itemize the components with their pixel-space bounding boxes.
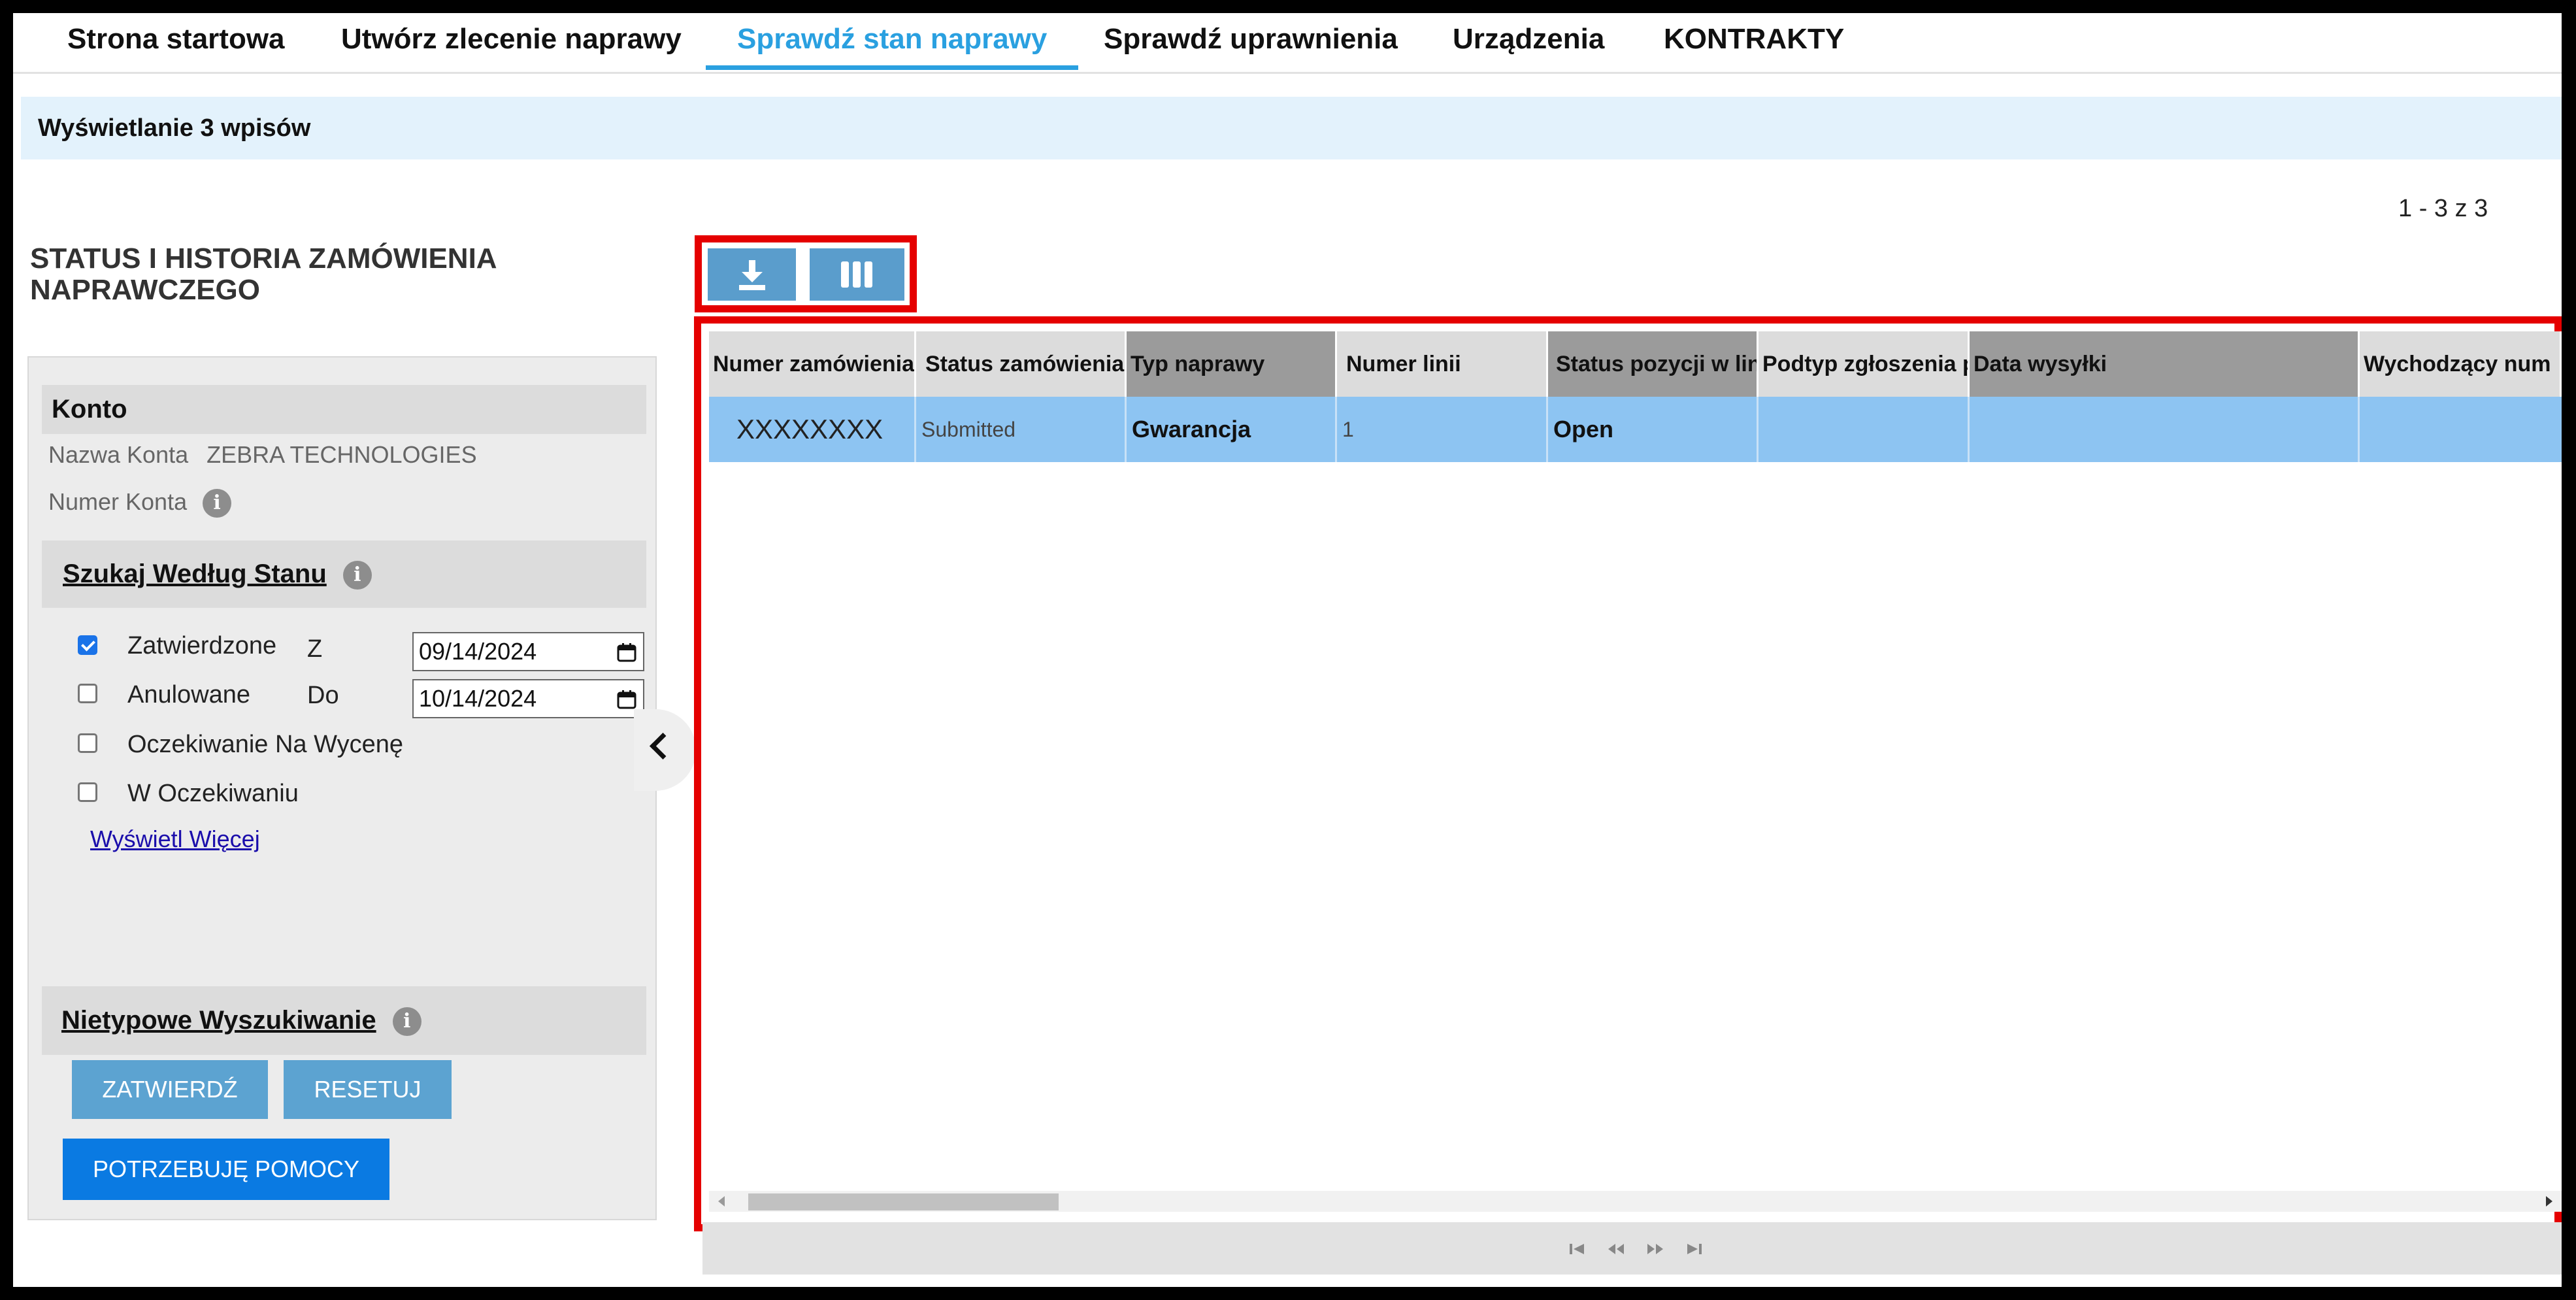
chevron-left-icon: [649, 732, 677, 760]
date-to-label: Do: [307, 682, 339, 709]
column-header[interactable]: Numer linii: [1337, 331, 1548, 397]
cell-ship-date: [1970, 397, 2360, 462]
date-to-value: 10/14/2024: [419, 685, 537, 712]
column-header[interactable]: Wychodzący num: [2360, 331, 2562, 397]
calendar-icon[interactable]: [617, 642, 636, 662]
cell-request-subtype: [1759, 397, 1970, 462]
nav-check-repair-status[interactable]: Sprawdź stan naprawy: [706, 13, 1079, 70]
custom-search-heading: Nietypowe Wyszukiwanie i: [42, 986, 646, 1055]
cell-order-status: Submitted: [916, 397, 1127, 462]
date-from-value: 09/14/2024: [419, 638, 537, 665]
grid-header: Numer zamówienia Status zamówienia Typ n…: [709, 331, 2562, 397]
checkbox-awaiting-quote-label: Oczekiwanie Na Wycenę: [127, 731, 404, 758]
account-heading: Konto: [42, 385, 646, 434]
date-from-input[interactable]: 09/14/2024: [412, 632, 644, 671]
scroll-right-arrow-icon[interactable]: [2546, 1196, 2552, 1207]
checkbox-cancelled[interactable]: [78, 684, 97, 703]
info-icon[interactable]: i: [342, 561, 372, 590]
entries-info-bar: Wyświetlanie 3 wpisów: [21, 97, 2562, 159]
page-title: STATUS I HISTORIA ZAMÓWIENIA NAPRAWCZEGO: [30, 243, 618, 306]
table-row[interactable]: XXXXXXXX Submitted Gwarancja 1 Open: [709, 397, 2562, 462]
next-page-icon[interactable]: [1647, 1242, 1664, 1256]
scrollbar-thumb[interactable]: [748, 1193, 1059, 1210]
custom-search-toggle[interactable]: Nietypowe Wyszukiwanie: [61, 1006, 376, 1035]
show-more-link[interactable]: Wyświetl Więcej: [90, 825, 260, 853]
result-count: 1 - 3 z 3: [2398, 195, 2488, 222]
nav-home[interactable]: Strona startowa: [67, 13, 285, 70]
column-header[interactable]: Podtyp zgłoszenia p: [1759, 331, 1970, 397]
column-header[interactable]: Data wysyłki: [1970, 331, 2360, 397]
column-header[interactable]: Status zamówienia: [916, 331, 1127, 397]
nav-check-entitlement[interactable]: Sprawdź uprawnienia: [1104, 13, 1398, 70]
column-header[interactable]: Numer zamówienia: [709, 331, 916, 397]
cell-outbound-number: [2360, 397, 2562, 462]
last-page-icon[interactable]: [1686, 1242, 1703, 1256]
account-name-value: ZEBRA TECHNOLOGIES: [206, 441, 477, 468]
previous-page-icon[interactable]: [1608, 1242, 1625, 1256]
checkbox-approved[interactable]: [78, 635, 97, 655]
page-title-line1: STATUS I HISTORIA ZAMÓWIENIA: [30, 242, 497, 275]
app-frame: Strona startowa Utwórz zlecenie naprawy …: [13, 13, 2562, 1287]
nav-devices[interactable]: Urządzenia: [1453, 13, 1604, 70]
collapse-sidebar-button[interactable]: [634, 709, 696, 791]
first-page-icon[interactable]: [1568, 1242, 1585, 1256]
scroll-left-arrow-icon[interactable]: [718, 1196, 725, 1207]
account-number-row: Numer Konta i: [48, 488, 232, 518]
checkbox-pending[interactable]: [78, 782, 97, 802]
pagination-bar: [702, 1222, 2562, 1275]
nav-contracts[interactable]: KONTRAKTY: [1664, 13, 1844, 70]
status-search-toggle[interactable]: Szukaj Według Stanu: [63, 559, 327, 588]
account-name-row: Nazwa Konta ZEBRA TECHNOLOGIES: [48, 441, 477, 469]
checkbox-cancelled-label: Anulowane: [127, 681, 251, 708]
date-from-label: Z: [307, 635, 323, 663]
horizontal-scrollbar[interactable]: [709, 1191, 2562, 1212]
cell-order-number[interactable]: XXXXXXXX: [709, 397, 916, 462]
reset-button[interactable]: RESETUJ: [284, 1060, 452, 1119]
date-to-input[interactable]: 10/14/2024: [412, 679, 644, 718]
filter-sidebar: Konto Nazwa Konta ZEBRA TECHNOLOGIES Num…: [27, 356, 657, 1220]
download-icon: [739, 260, 765, 290]
column-header[interactable]: Status pozycji w lin: [1548, 331, 1759, 397]
columns-icon: [841, 261, 872, 288]
checkbox-approved-label: Zatwierdzone: [127, 632, 277, 659]
columns-button[interactable]: [810, 248, 904, 301]
checkbox-pending-label: W Oczekiwaniu: [127, 780, 299, 807]
submit-button[interactable]: ZATWIERDŹ: [72, 1060, 268, 1119]
page-title-line2: NAPRAWCZEGO: [30, 274, 260, 306]
status-search-heading: Szukaj Według Stanu i: [42, 541, 646, 608]
cell-repair-type: Gwarancja: [1127, 397, 1337, 462]
column-header[interactable]: Typ naprawy: [1127, 331, 1337, 397]
download-button[interactable]: [708, 248, 796, 301]
top-nav: Strona startowa Utwórz zlecenie naprawy …: [13, 13, 2562, 74]
checkbox-awaiting-quote[interactable]: [78, 733, 97, 753]
repair-orders-grid: Numer zamówienia Status zamówienia Typ n…: [709, 331, 2562, 1212]
info-icon[interactable]: i: [392, 1007, 421, 1037]
cell-line-number: 1: [1337, 397, 1548, 462]
account-name-label: Nazwa Konta: [48, 441, 189, 468]
help-button[interactable]: POTRZEBUJĘ POMOCY: [63, 1139, 389, 1200]
nav-create-repair[interactable]: Utwórz zlecenie naprawy: [341, 13, 682, 70]
calendar-icon[interactable]: [617, 690, 636, 709]
cell-line-status: Open: [1548, 397, 1759, 462]
info-icon[interactable]: i: [203, 489, 232, 518]
account-number-label: Numer Konta: [48, 488, 188, 515]
